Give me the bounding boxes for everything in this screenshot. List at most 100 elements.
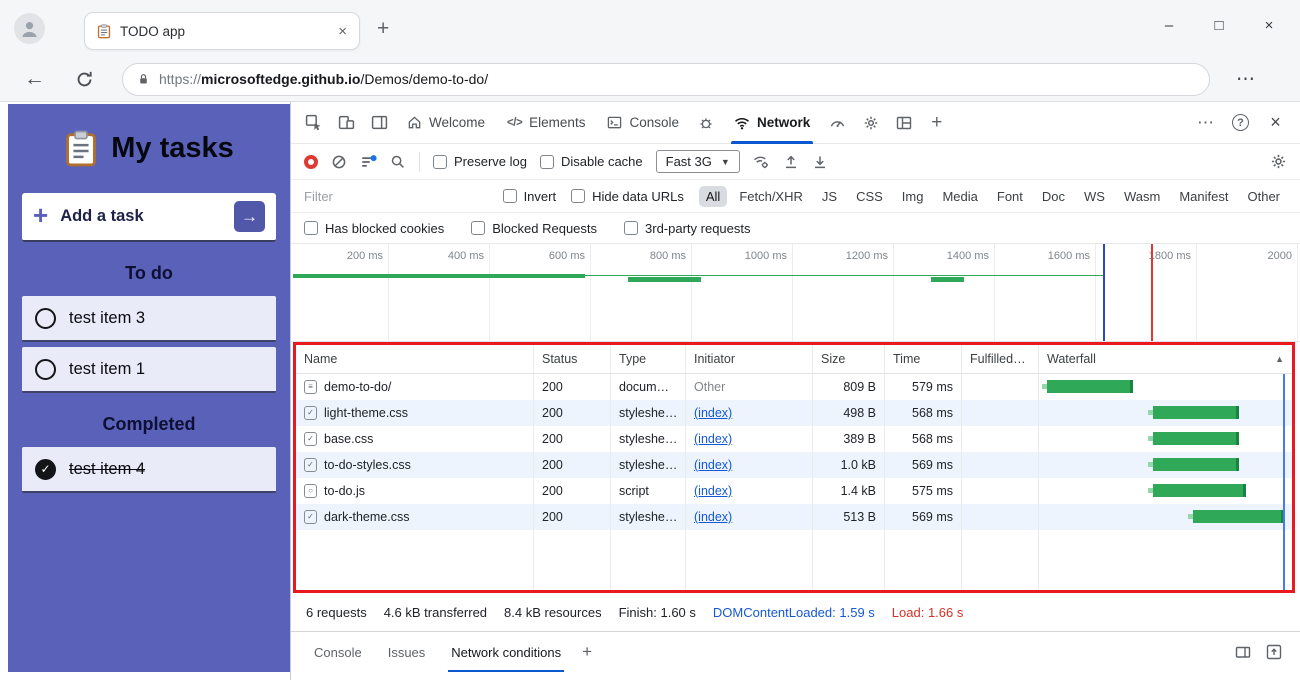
initiator-link[interactable]: (index) xyxy=(694,510,732,524)
filter-type-fetchxhr[interactable]: Fetch/XHR xyxy=(732,186,810,207)
search-icon[interactable] xyxy=(390,154,406,170)
filter-type-other[interactable]: Other xyxy=(1240,186,1287,207)
filter-type-font[interactable]: Font xyxy=(990,186,1030,207)
table-row[interactable]: ○ to-do.js 200 script (index) 1.4 kB 575 ms xyxy=(296,478,1292,504)
cell-name[interactable]: ✓ to-do-styles.css xyxy=(296,452,534,478)
url-bar[interactable]: https://microsoftedge.github.io/Demos/de… xyxy=(122,62,1210,96)
checkbox-icon[interactable] xyxy=(624,221,639,235)
devtools-more-menu-icon[interactable]: ⋯ xyxy=(1189,113,1222,133)
memory-gear-icon[interactable] xyxy=(854,102,887,143)
todo-item[interactable]: test item 3 xyxy=(22,296,276,342)
table-row[interactable]: ≡ demo-to-do/200 docum… Other 809 B 579 ms xyxy=(296,374,1292,400)
network-overview-timeline[interactable]: 200 ms 400 ms 600 ms 800 ms 1000 ms 1200 ms 14… xyxy=(291,244,1300,342)
devtools-close-icon[interactable]: × xyxy=(1259,112,1292,133)
initiator-link[interactable]: (index) xyxy=(694,484,732,498)
add-tool-icon[interactable]: + xyxy=(920,102,953,143)
expand-drawer-icon[interactable] xyxy=(1266,644,1282,660)
cell-name[interactable]: ✓ light-theme.css xyxy=(296,400,534,426)
cell-waterfall[interactable] xyxy=(1039,478,1292,504)
cell-initiator[interactable]: (index) xyxy=(686,452,813,478)
browser-tab[interactable]: TODO app × xyxy=(84,12,360,50)
filter-type-css[interactable]: CSS xyxy=(849,186,890,207)
cell-name[interactable]: ○ to-do.js xyxy=(296,478,534,504)
layout-panel-icon[interactable] xyxy=(887,102,920,143)
column-header-fulfilled[interactable]: Fulfilled… xyxy=(962,345,1039,373)
window-minimize-button[interactable]: – xyxy=(1144,8,1194,42)
table-row[interactable]: ✓ light-theme.css 200 styleshe… (index) 498 B… xyxy=(296,400,1292,426)
cell-waterfall[interactable] xyxy=(1039,452,1292,478)
cell-initiator[interactable]: (index) xyxy=(686,400,813,426)
column-header-size[interactable]: Size xyxy=(813,345,885,373)
checkbox-icon[interactable] xyxy=(471,221,486,235)
tab-close-icon[interactable]: × xyxy=(338,23,347,40)
export-har-icon[interactable] xyxy=(812,154,828,170)
checkbox-icon[interactable] xyxy=(433,154,447,169)
table-row[interactable]: ✓ dark-theme.css 200 styleshe… (index) 513 B5… xyxy=(296,504,1292,530)
column-header-name[interactable]: Name xyxy=(296,345,534,373)
network-conditions-icon[interactable] xyxy=(753,154,770,170)
initiator-link[interactable]: (index) xyxy=(694,432,732,446)
option-checkbox-1[interactable]: Blocked Requests xyxy=(471,221,597,236)
checkbox-icon[interactable] xyxy=(539,154,554,169)
network-settings-gear-icon[interactable] xyxy=(1270,153,1287,170)
cell-waterfall[interactable] xyxy=(1039,374,1292,400)
todo-item-completed[interactable]: ✓ test item 4 xyxy=(22,447,276,493)
add-task-field[interactable]: + Add a task → xyxy=(22,193,276,242)
filter-input[interactable] xyxy=(304,188,488,204)
checkbox-icon[interactable] xyxy=(304,221,318,235)
browser-more-menu[interactable]: ⋯ xyxy=(1236,68,1255,91)
initiator-link[interactable]: (index) xyxy=(694,406,732,420)
table-row[interactable]: ✓ to-do-styles.css 200 styleshe… (index) 1.0 … xyxy=(296,452,1292,478)
tab-welcome[interactable]: Welcome xyxy=(396,102,496,143)
back-button[interactable]: ← xyxy=(24,67,45,91)
tab-elements[interactable]: </> Elements xyxy=(496,102,596,143)
unchecked-circle-icon[interactable] xyxy=(35,307,56,329)
add-drawer-tab-icon[interactable]: + xyxy=(582,642,592,662)
todo-item[interactable]: test item 1 xyxy=(22,347,276,393)
drawer-tab-issues[interactable]: Issues xyxy=(375,632,439,672)
window-maximize-button[interactable]: □ xyxy=(1194,8,1244,42)
cell-initiator[interactable]: (index) xyxy=(686,478,813,504)
cell-initiator[interactable]: (index) xyxy=(686,426,813,452)
initiator-link[interactable]: (index) xyxy=(694,458,732,472)
filter-type-img[interactable]: Img xyxy=(895,186,931,207)
cell-waterfall[interactable] xyxy=(1039,400,1292,426)
cell-initiator[interactable]: (index) xyxy=(686,504,813,530)
import-har-icon[interactable] xyxy=(783,154,799,170)
filter-type-wasm[interactable]: Wasm xyxy=(1117,186,1167,207)
tab-console[interactable]: Console xyxy=(596,102,690,143)
filter-type-manifest[interactable]: Manifest xyxy=(1172,186,1235,207)
profile-avatar[interactable] xyxy=(14,13,45,44)
record-network-log-button[interactable] xyxy=(304,154,318,169)
help-icon[interactable]: ? xyxy=(1224,114,1257,131)
add-task-submit-button[interactable]: → xyxy=(234,201,265,232)
unchecked-circle-icon[interactable] xyxy=(35,358,56,380)
invert-checkbox[interactable]: Invert xyxy=(502,189,556,204)
column-header-initiator[interactable]: Initiator xyxy=(686,345,813,373)
checkbox-icon[interactable] xyxy=(502,189,517,203)
bug-icon[interactable] xyxy=(690,102,723,143)
filter-type-ws[interactable]: WS xyxy=(1077,186,1112,207)
refresh-button[interactable] xyxy=(75,70,94,89)
filter-rows-icon[interactable] xyxy=(360,154,377,170)
cell-name[interactable]: ✓ dark-theme.css xyxy=(296,504,534,530)
clear-network-log-icon[interactable] xyxy=(331,154,347,170)
cell-waterfall[interactable] xyxy=(1039,504,1292,530)
window-close-button[interactable]: × xyxy=(1244,8,1294,42)
column-header-type[interactable]: Type xyxy=(611,345,686,373)
new-tab-button[interactable]: + xyxy=(377,17,389,41)
drawer-tab-network-conditions[interactable]: Network conditions xyxy=(438,632,574,672)
filter-type-doc[interactable]: Doc xyxy=(1035,186,1072,207)
checkbox-icon[interactable] xyxy=(571,189,586,203)
column-header-status[interactable]: Status xyxy=(534,345,611,373)
table-row[interactable]: ✓ base.css 200 styleshe… (index) 389 B 568 ms xyxy=(296,426,1292,452)
dock-drawer-icon[interactable] xyxy=(1235,644,1251,660)
throttling-dropdown[interactable]: Fast 3G ▼ xyxy=(655,150,740,173)
cell-name[interactable]: ≡ demo-to-do/ xyxy=(296,374,534,400)
filter-type-all[interactable]: All xyxy=(698,185,728,207)
tab-network[interactable]: Network xyxy=(723,102,821,144)
disable-cache-checkbox[interactable]: Disable cache xyxy=(539,154,643,169)
device-toolbar-icon[interactable] xyxy=(330,102,363,143)
table-header-row[interactable]: Name Status Type Initiator Size Time Ful… xyxy=(296,345,1292,374)
filter-type-js[interactable]: JS xyxy=(815,186,844,207)
